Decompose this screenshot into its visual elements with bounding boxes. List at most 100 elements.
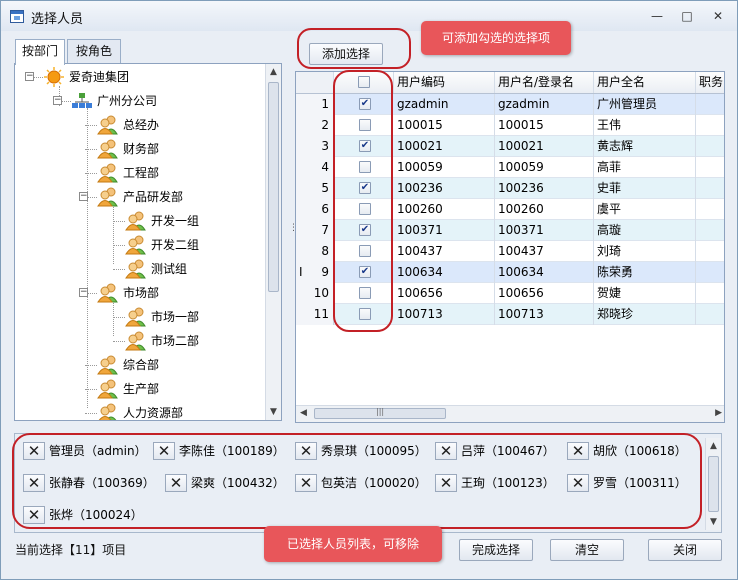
- tree-node[interactable]: 开发一组: [107, 210, 281, 232]
- tree-node[interactable]: 人力资源部: [79, 402, 281, 420]
- tree-node-label: 产品研发部: [123, 190, 184, 204]
- tree-node[interactable]: 总经办: [79, 114, 281, 136]
- minimize-button[interactable]: —: [648, 9, 666, 23]
- cell-position: [696, 220, 724, 241]
- cell-user-code: 100713: [394, 304, 495, 325]
- cell-position: [696, 262, 724, 283]
- group-icon: [97, 115, 119, 135]
- tree-node[interactable]: 市场二部: [107, 330, 281, 352]
- tree-node[interactable]: 市场一部: [107, 306, 281, 328]
- collapse-toggle-icon[interactable]: −: [53, 96, 62, 105]
- tree-node-label: 生产部: [123, 382, 160, 396]
- title-bar[interactable]: 选择人员 — □ ✕: [1, 1, 737, 31]
- group-icon: [97, 163, 119, 183]
- cell-full-name: 虞平: [594, 199, 696, 220]
- tab-by-role[interactable]: 按角色: [67, 39, 121, 63]
- app-window-icon: [10, 10, 24, 23]
- col-full-name[interactable]: 用户全名: [594, 72, 696, 93]
- group-icon: [97, 283, 119, 303]
- scroll-right-icon[interactable]: ▶: [715, 408, 722, 418]
- cell-login-name: 100634: [495, 262, 594, 283]
- tree-node[interactable]: 开发二组: [107, 234, 281, 256]
- thumb-grip-icon: |||: [376, 407, 385, 416]
- cell-user-code: 100059: [394, 157, 495, 178]
- cell-full-name: 陈荣勇: [594, 262, 696, 283]
- tree-node-label: 爱奇迪集团: [69, 70, 130, 84]
- tree-node-label: 总经办: [123, 118, 160, 132]
- tree-node[interactable]: 生产部: [79, 378, 281, 400]
- tree-node-label: 财务部: [123, 142, 160, 156]
- selection-count-status: 当前选择【11】项目: [15, 543, 127, 557]
- select-people-window: 选择人员 — □ ✕ 按部门 按角色 − 爱奇迪集团 − 广州分公司总经办财务部工程部…: [0, 0, 738, 580]
- close-button[interactable]: 关闭: [648, 539, 722, 561]
- close-window-button[interactable]: ✕: [709, 9, 727, 23]
- cell-position: [696, 241, 724, 262]
- cell-position: [696, 199, 724, 220]
- tree-node[interactable]: 工程部: [79, 162, 281, 184]
- col-position[interactable]: 职务: [696, 72, 724, 93]
- tree-node[interactable]: 综合部: [79, 354, 281, 376]
- scroll-down-icon[interactable]: ▼: [266, 404, 281, 420]
- group-icon: [125, 307, 147, 327]
- tree-node[interactable]: − 广州分公司: [53, 90, 273, 112]
- cell-user-code: 100236: [394, 178, 495, 199]
- tree-node[interactable]: − 市场部: [79, 282, 281, 304]
- tree-node-label: 开发二组: [151, 238, 200, 252]
- cell-full-name: 史菲: [594, 178, 696, 199]
- selected-list-scrollbar[interactable]: ▲ ▼: [705, 438, 721, 530]
- col-user-code[interactable]: 用户编码: [394, 72, 495, 93]
- group-icon: [97, 403, 119, 420]
- col-login-name[interactable]: 用户名/登录名: [495, 72, 594, 93]
- tree-vertical-scrollbar[interactable]: ▲ ▼: [265, 64, 281, 420]
- cell-position: [696, 157, 724, 178]
- cell-user-code: 100260: [394, 199, 495, 220]
- scroll-up-icon[interactable]: ▲: [266, 64, 281, 80]
- tree-node[interactable]: 财务部: [79, 138, 281, 160]
- row-number: 10: [296, 283, 334, 304]
- row-number: 3: [296, 136, 334, 157]
- cell-user-code: 100437: [394, 241, 495, 262]
- group-icon: [125, 235, 147, 255]
- cell-user-code: 100634: [394, 262, 495, 283]
- current-row-marker: I: [299, 265, 303, 279]
- row-number: 2: [296, 115, 334, 136]
- callout-add-tip: 可添加勾选的选择项: [421, 21, 571, 55]
- scroll-up-icon[interactable]: ▲: [706, 438, 721, 454]
- tree-node-label: 市场一部: [151, 310, 200, 324]
- cell-full-name: 黄志辉: [594, 136, 696, 157]
- tab-by-department[interactable]: 按部门: [15, 39, 65, 65]
- collapse-toggle-icon[interactable]: −: [79, 192, 88, 201]
- highlight-ring-selected-list: [12, 433, 702, 529]
- tree-node-label: 开发一组: [151, 214, 200, 228]
- cell-position: [696, 304, 724, 325]
- collapse-toggle-icon[interactable]: −: [25, 72, 34, 81]
- grid-horizontal-scrollbar[interactable]: ◀ ||| ▶: [296, 405, 724, 422]
- tree-node[interactable]: 测试组: [107, 258, 281, 280]
- tree-node[interactable]: − 爱奇迪集团: [25, 66, 245, 88]
- cell-full-name: 高菲: [594, 157, 696, 178]
- cell-user-code: gzadmin: [394, 94, 495, 115]
- row-number: 5: [296, 178, 334, 199]
- group-icon: [97, 355, 119, 375]
- maximize-button[interactable]: □: [678, 9, 696, 23]
- selected-list-scroll-thumb[interactable]: [708, 456, 719, 512]
- row-number-header: [296, 72, 334, 93]
- org-sun-icon: [43, 67, 65, 87]
- row-number: 7: [296, 220, 334, 241]
- tree-node-label: 测试组: [151, 262, 188, 276]
- tree-scroll-thumb[interactable]: [268, 82, 279, 292]
- cell-login-name: 100236: [495, 178, 594, 199]
- splitter-handle[interactable]: ⋮: [289, 223, 298, 235]
- collapse-toggle-icon[interactable]: −: [79, 288, 88, 297]
- tree-node-label: 市场部: [123, 286, 160, 300]
- clear-button[interactable]: 清空: [550, 539, 624, 561]
- cell-login-name: gzadmin: [495, 94, 594, 115]
- finish-selection-button[interactable]: 完成选择: [459, 539, 533, 561]
- window-title: 选择人员: [31, 12, 84, 27]
- scroll-down-icon[interactable]: ▼: [706, 514, 721, 530]
- callout-selected-tip: 已选择人员列表，可移除: [264, 526, 442, 562]
- scroll-left-icon[interactable]: ◀: [300, 408, 307, 418]
- row-number: 11: [296, 304, 334, 325]
- highlight-ring-add-button: [297, 28, 411, 69]
- tree-node[interactable]: − 产品研发部: [79, 186, 281, 208]
